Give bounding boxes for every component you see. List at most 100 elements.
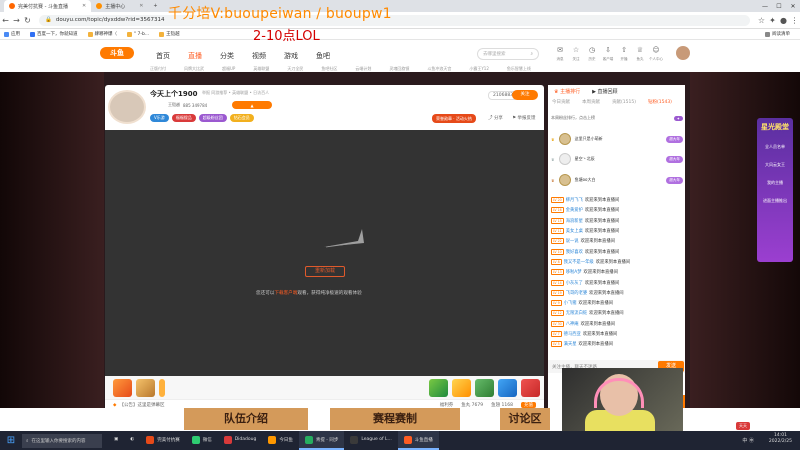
nav-yuba[interactable]: 鱼吧 <box>316 51 330 61</box>
browser-tab[interactable]: 完美付抗赛 - 斗鱼直播 ✕ <box>4 0 92 12</box>
gift-item[interactable] <box>159 378 165 397</box>
rank-row[interactable]: ♛ 这里只是小萌新 超大年 <box>551 130 683 148</box>
chat-icon[interactable]: ✉ <box>553 46 567 54</box>
upload-icon[interactable]: ⇧ <box>617 46 631 54</box>
chip[interactable]: 福福搜品 <box>171 114 196 122</box>
honor-badge[interactable]: 荣誉勋章 · 活动火热 <box>432 114 476 123</box>
chat-username[interactable]: 金黄爱护 <box>566 207 583 213</box>
bookmark-item[interactable]: 肆哪神爆（ <box>87 31 117 37</box>
chat-username[interactable]: 无限流白蛇 <box>566 310 587 316</box>
subtab-today[interactable]: 今日贡献 <box>552 99 570 105</box>
tray-badge[interactable]: 天天 <box>736 422 750 430</box>
new-tab-button[interactable]: + <box>148 0 162 12</box>
follow-button[interactable]: 关注 <box>512 90 538 100</box>
taskbar-app[interactable]: 微信 <box>186 431 218 450</box>
chat-username[interactable]: 飞哥的老婆 <box>566 290 587 296</box>
promo-chip[interactable]: ▲ <box>232 101 272 109</box>
nav-video[interactable]: 视频 <box>252 51 266 61</box>
chip[interactable]: 超级粉丝团 <box>198 114 227 122</box>
gift-item[interactable] <box>521 378 540 397</box>
taskbar-app[interactable]: 完美付抗赛 <box>140 431 186 450</box>
streamer-avatar[interactable] <box>108 90 146 124</box>
chat-username[interactable]: 说一说 <box>566 238 579 244</box>
reload-icon[interactable]: ↻ <box>22 16 33 25</box>
chat-username[interactable]: 小飞猪 <box>564 300 577 306</box>
subtab-diamond[interactable]: 钻粉(1543) <box>648 99 672 105</box>
nav-live[interactable]: 直播 <box>188 51 202 61</box>
streamer-name[interactable]: 王铠越 <box>168 102 180 108</box>
gift-icon[interactable]: ♕ <box>633 46 647 54</box>
report-button[interactable]: ⚑ 举报反馈 <box>512 115 535 121</box>
edge-icon[interactable]: ◐ <box>124 431 140 450</box>
subtab-week[interactable]: 本周贡献 <box>582 99 600 105</box>
banner-schedule[interactable]: 赛程赛制 <box>330 408 460 430</box>
chat-username[interactable]: 美女上桌 <box>566 228 583 234</box>
banner-team-intro[interactable]: 队伍介绍 <box>184 408 308 430</box>
profile-icon[interactable]: ● <box>778 16 789 25</box>
chip[interactable]: V乐游 <box>150 114 169 122</box>
gift-item[interactable] <box>136 378 155 397</box>
nav-games[interactable]: 游戏 <box>284 51 298 61</box>
ad-item[interactable]: 全人员名单 <box>757 144 793 150</box>
banner-discussion[interactable]: 讨论区 <box>500 408 550 430</box>
taskbar-app[interactable]: 斗鱼直播 <box>397 431 439 450</box>
user-icon[interactable]: ☺ <box>649 46 663 54</box>
bookmark-item[interactable]: " 7-b... <box>127 31 149 37</box>
reading-list[interactable]: 阅读清单 <box>765 31 790 37</box>
minimize-button[interactable]: — <box>758 3 772 10</box>
taskbar-app[interactable]: 青提 - 同步 <box>298 431 345 450</box>
browser-tab[interactable]: 主播中心 ✕ <box>91 0 148 12</box>
side-ad[interactable]: 星光殿堂 全人员名单 大风云女王 我的主播 进面主播推出 <box>757 118 793 262</box>
chat-username[interactable]: 海浪新星 <box>566 218 583 224</box>
close-tab-icon[interactable]: ✕ <box>139 3 143 9</box>
taskbar-app[interactable]: 今日鱼 <box>262 431 299 450</box>
bookmark-apps[interactable]: 应用 <box>4 31 20 37</box>
taskbar-search[interactable]: ⌕ 在这里输入你要搜索的内容 <box>22 433 102 448</box>
clock[interactable]: 14:01 2022/2/25 <box>769 433 792 445</box>
url-field[interactable]: 🔒 douyu.com/topic/dyxddw?rid=3567314 <box>39 14 750 26</box>
ad-item[interactable]: 我的主播 <box>757 180 793 186</box>
maximize-button[interactable]: ☐ <box>772 3 786 10</box>
nav-category[interactable]: 分类 <box>220 51 234 61</box>
tab-replay[interactable]: ▶ 直播回顾 <box>586 86 623 97</box>
ad-item[interactable]: 进面主播推出 <box>757 198 793 204</box>
gift-item[interactable] <box>452 378 471 397</box>
back-icon[interactable]: ← <box>0 16 11 25</box>
taskbar-app[interactable]: League of L... <box>344 431 397 450</box>
video-player[interactable] <box>105 130 544 376</box>
rank-row[interactable]: ♛ 鱼塘oo大白 超大年 <box>551 171 683 189</box>
task-view-icon[interactable]: ▣ <box>108 431 124 450</box>
gift-item[interactable] <box>475 378 494 397</box>
history-icon[interactable]: ◷ <box>585 46 599 54</box>
taskbar-app[interactable]: Didadoug <box>218 431 263 450</box>
tab-rank[interactable]: ♛ 主播排行 <box>548 86 586 97</box>
nav-home[interactable]: 首页 <box>156 51 170 61</box>
star-icon[interactable]: ☆ <box>756 16 767 25</box>
chip[interactable]: 钻石会员 <box>229 114 254 122</box>
search-input[interactable]: 去哪里搜索 ⌕ <box>477 48 539 60</box>
user-avatar[interactable] <box>676 46 690 60</box>
gift-item[interactable] <box>113 378 132 397</box>
search-icon[interactable]: ⌕ <box>530 51 533 57</box>
reload-button[interactable]: 重新加载 <box>305 266 345 277</box>
star-icon[interactable]: ☆ <box>569 46 583 54</box>
gift-item[interactable] <box>498 378 517 397</box>
windows-start-icon[interactable]: ⊞ <box>0 431 22 450</box>
chat-username[interactable]: 满天星 <box>564 341 577 347</box>
subtab-contrib[interactable]: 贡献(1515) <box>612 99 636 105</box>
chat-username[interactable]: 柳月飞飞 <box>566 197 583 203</box>
bookmark-item[interactable]: 百度一下，你就知道 <box>30 31 78 37</box>
extensions-icon[interactable]: ✦ <box>767 16 778 25</box>
ad-item[interactable]: 大风云女王 <box>757 162 793 168</box>
chat-username[interactable]: 我又不是一年级 <box>564 259 594 265</box>
close-window-button[interactable]: ✕ <box>786 3 800 10</box>
forward-icon[interactable]: → <box>11 16 22 25</box>
chat-username[interactable]: 小灰灰了 <box>566 280 583 286</box>
chat-username[interactable]: 我好喜欢 <box>566 249 583 255</box>
chat-username[interactable]: 哆啦A梦 <box>566 269 582 275</box>
bookmark-item[interactable]: 王铠越 <box>159 31 180 37</box>
chat-username[interactable]: 八神庵 <box>566 321 579 327</box>
download-client-link[interactable]: 下载客户端 <box>274 291 297 296</box>
chat-username[interactable]: 德马西亚 <box>564 331 581 337</box>
douyu-logo[interactable]: 斗鱼 <box>100 47 134 59</box>
